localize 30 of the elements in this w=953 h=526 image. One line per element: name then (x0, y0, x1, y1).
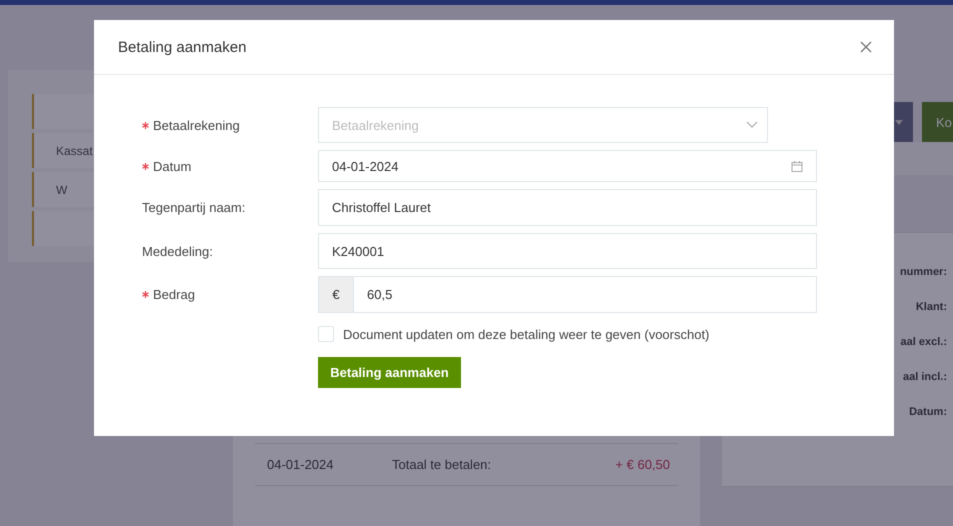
currency-prefix: € (318, 276, 353, 313)
sidebar-item-label: W (56, 182, 68, 196)
field-label: Betaalrekening (153, 118, 240, 132)
field-label: Bedrag (153, 287, 195, 302)
detail-label: Datum: (909, 406, 947, 418)
field-label: Datum (153, 158, 192, 174)
detail-label: aal excl.: (900, 336, 947, 348)
text-field[interactable]: Christoffel Lauret (318, 189, 817, 226)
field-label: Mededeling: (142, 244, 213, 258)
checkbox-label: Document updaten om deze betaling weer te geven (voorschot) (343, 326, 710, 342)
detail-label: nummer: (900, 266, 947, 278)
calendar-icon (791, 160, 803, 172)
amount-field[interactable]: 60,5 (353, 276, 817, 313)
close-icon (860, 41, 872, 53)
table-cell-text: Totaal te betalen: (392, 457, 492, 472)
detail-label: aal incl.: (902, 371, 947, 383)
sidebar-item-label: Kassat (56, 144, 93, 158)
modal-title: Betaling aanmaken (118, 38, 246, 56)
checkbox[interactable] (318, 326, 334, 342)
caret-icon (895, 120, 903, 124)
close-button[interactable] (858, 39, 874, 55)
date-field[interactable]: 04-01-2024 (318, 150, 817, 182)
select-field[interactable]: Betaalrekening (318, 107, 768, 143)
table-cell: + € 60,50 (615, 457, 670, 472)
detail-label: Klant: (916, 301, 947, 313)
text-field[interactable]: K240001 (318, 233, 817, 269)
create-payment-button[interactable]: Betaling aanmaken (318, 357, 461, 388)
field-label: Tegenpartij naam: (142, 200, 246, 215)
chevron-down-icon (746, 121, 758, 129)
table-cell-text: 04-01-2024 (267, 457, 334, 472)
